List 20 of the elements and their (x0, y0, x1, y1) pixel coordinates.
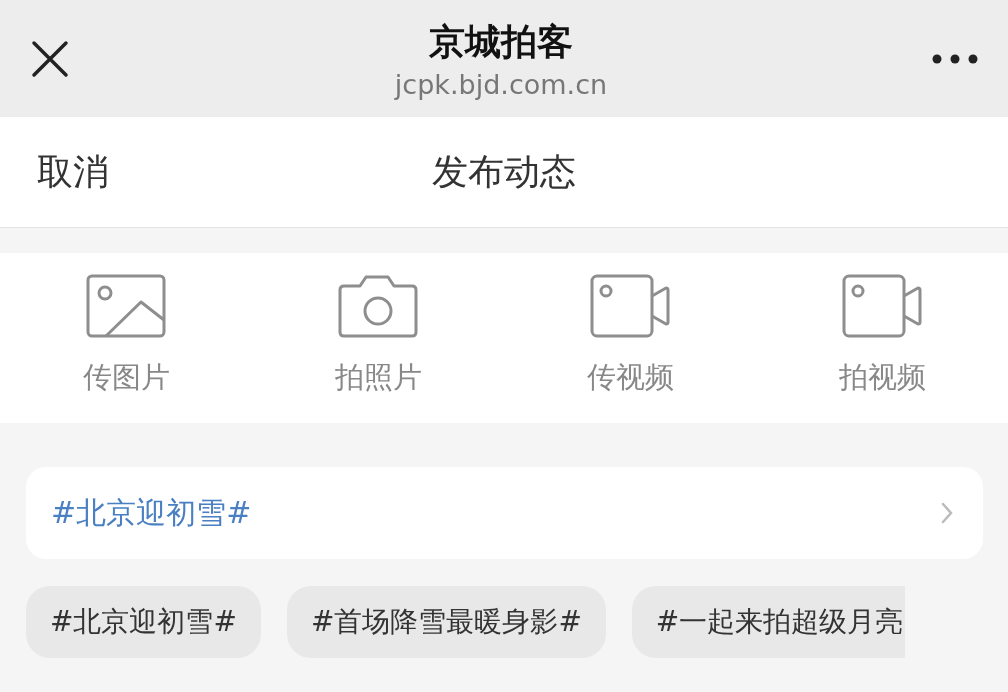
more-icon[interactable] (932, 52, 978, 65)
close-icon[interactable] (30, 38, 70, 79)
image-icon (86, 274, 166, 338)
video-camera-icon[interactable] (842, 274, 922, 338)
topic-chip[interactable]: #一起来拍超级月亮 (631, 586, 906, 658)
media-action-button[interactable]: 传图片 (82, 358, 170, 398)
page-title: 京城拍客 (429, 19, 573, 64)
media-action-button[interactable]: 传视频 (586, 358, 674, 398)
page-url: jcpk.bjd.com.cn (394, 68, 608, 100)
topic-chip[interactable]: #首场降雪最暖身影# (286, 586, 606, 658)
topic-chip[interactable]: #北京迎初雪# (26, 586, 261, 658)
media-action-button[interactable]: 拍视频 (838, 358, 926, 398)
topic-selector[interactable]: #北京迎初雪# (26, 467, 983, 559)
camera-icon[interactable] (338, 274, 418, 338)
media-action-button[interactable]: 拍照片 (334, 358, 422, 398)
cancel-button[interactable]: 取消 (37, 147, 109, 197)
header-title: 发布动态 (432, 149, 576, 194)
chevron-icon (941, 502, 953, 524)
topic-label: #北京迎初雪# (51, 493, 252, 532)
video-camera-icon[interactable] (590, 274, 670, 338)
